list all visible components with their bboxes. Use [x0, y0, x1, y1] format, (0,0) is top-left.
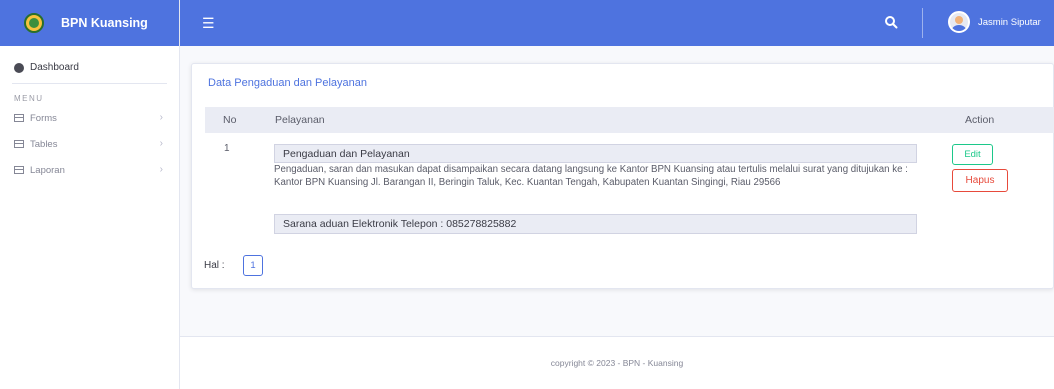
- column-header-no: No: [223, 114, 237, 126]
- chevron-right-icon: ›: [159, 112, 163, 123]
- sidebar-item-label: Laporan: [30, 164, 65, 176]
- user-name: Jasmin Siputar: [978, 16, 1041, 28]
- sidebar-item-laporan[interactable]: Laporan ›: [0, 159, 179, 181]
- card-title: Data Pengaduan dan Pelayanan: [208, 77, 368, 89]
- row-description: Pengaduan, saran dan masukan dapat disam…: [274, 164, 908, 188]
- sidebar-item-forms[interactable]: Forms ›: [0, 107, 179, 129]
- sidebar-item-label: Dashboard: [30, 62, 79, 73]
- form-icon: [14, 114, 24, 122]
- row-number: 1: [224, 143, 230, 154]
- page-button-1[interactable]: 1: [243, 255, 263, 276]
- table-icon: [14, 140, 24, 148]
- sidebar-item-label: Forms: [30, 112, 57, 124]
- copyright-text: copyright © 2023 - BPN - Kuansing: [550, 358, 684, 368]
- sidebar-item-dashboard[interactable]: Dashboard: [0, 46, 179, 73]
- sidebar-item-tables[interactable]: Tables ›: [0, 133, 179, 155]
- tachometer-icon: [14, 62, 24, 73]
- table-header: No Pelayanan Action: [205, 107, 1054, 133]
- sidebar-heading: MENU: [14, 94, 44, 103]
- footer: copyright © 2023 - BPN - Kuansing: [180, 336, 1054, 389]
- edit-button[interactable]: Edit: [952, 144, 993, 165]
- brand[interactable]: BPN Kuansing: [0, 0, 179, 46]
- user-dropdown[interactable]: Jasmin Siputar: [948, 11, 1041, 33]
- row-heading: Pengaduan dan Pelayanan: [274, 144, 917, 163]
- pengaduan-card: Data Pengaduan dan Pelayanan No Pelayana…: [191, 63, 1054, 289]
- sidebar-item-label: Tables: [30, 138, 58, 150]
- columns-icon: [14, 166, 24, 174]
- row-contact: Sarana aduan Elektronik Telepon : 085278…: [274, 214, 917, 234]
- topbar-divider: [922, 8, 923, 38]
- column-header-action: Action: [965, 114, 995, 126]
- chevron-right-icon: ›: [159, 164, 163, 175]
- column-header-pelayanan: Pelayanan: [275, 114, 325, 126]
- hamburger-menu-icon[interactable]: ☰: [202, 15, 215, 32]
- pagination-label: Hal :: [204, 260, 225, 271]
- avatar: [948, 11, 970, 33]
- chevron-right-icon: ›: [159, 138, 163, 149]
- sidebar: BPN Kuansing Dashboard MENU Forms › Tabl…: [0, 0, 180, 389]
- topbar: ☰ Jasmin Siputar: [180, 0, 1054, 46]
- brand-name: BPN Kuansing: [61, 16, 148, 30]
- search-icon[interactable]: [884, 15, 898, 29]
- delete-button[interactable]: Hapus: [952, 169, 1008, 192]
- globe-logo-icon: [24, 13, 44, 33]
